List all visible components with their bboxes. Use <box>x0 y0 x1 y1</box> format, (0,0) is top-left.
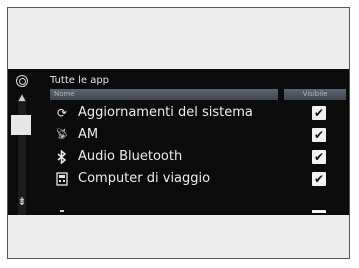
column-header-visible: Visibile <box>284 89 346 100</box>
list-item-label: Audio Bluetooth <box>78 149 183 164</box>
left-rail: ▲ ⇟ <box>8 69 38 215</box>
bluetooth-icon <box>54 149 70 165</box>
scroll-thumb[interactable] <box>11 115 31 135</box>
trip-computer-icon <box>54 171 70 187</box>
checkbox[interactable]: ✔ <box>312 106 326 120</box>
refresh-icon: ⟳ <box>56 106 68 120</box>
list-item-label: Computer di viaggio <box>78 171 211 186</box>
scroll-up-icon[interactable]: ▲ <box>14 93 30 103</box>
column-header-name: Nome <box>50 89 278 100</box>
page-title: Tutte le app <box>50 75 110 86</box>
list-item-label: Aggiornamenti del sistema <box>78 105 253 120</box>
screenshot-frame: ▲ ⇟ Tutte le app Nome Visibile ⟳ Aggiorn… <box>7 7 350 259</box>
list-item[interactable]: Audio Bluetooth ✔ <box>50 146 346 168</box>
partial-icon <box>60 210 64 212</box>
app-list-screen: ▲ ⇟ Tutte le app Nome Visibile ⟳ Aggiorn… <box>8 69 349 215</box>
list-item-label: AM <box>78 127 99 142</box>
checkbox[interactable]: ✔ <box>312 172 326 186</box>
home-icon[interactable] <box>16 75 28 87</box>
list-item[interactable]: 📡︎ AM ✔ <box>50 124 346 146</box>
radio-antenna-icon: 📡︎ <box>55 129 69 140</box>
scroll-down-icon[interactable]: ⇟ <box>13 195 31 209</box>
partial-checkbox[interactable] <box>312 210 326 213</box>
checkbox[interactable]: ✔ <box>312 128 326 142</box>
list-item-partial[interactable] <box>50 209 346 215</box>
list-item[interactable]: ⟳ Aggiornamenti del sistema ✔ <box>50 102 346 124</box>
checkbox[interactable]: ✔ <box>312 150 326 164</box>
list-item[interactable]: Computer di viaggio ✔ <box>50 168 346 190</box>
